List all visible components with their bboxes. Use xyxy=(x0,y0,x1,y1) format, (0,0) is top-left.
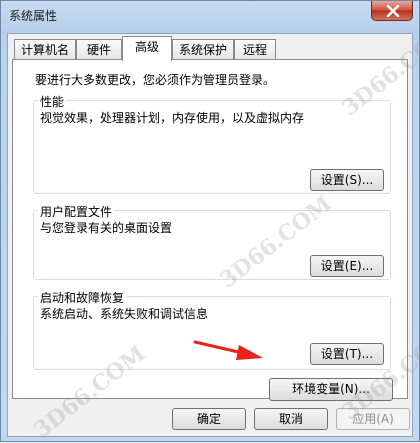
startup-recovery-title: 启动和故障恢复 xyxy=(38,289,127,306)
user-profiles-settings-button[interactable]: 设置(E)... xyxy=(310,255,384,277)
user-profiles-title: 用户配置文件 xyxy=(38,203,115,220)
apply-button[interactable]: 应用(A) xyxy=(336,408,410,430)
startup-recovery-description: 系统启动、系统失败和调试信息 xyxy=(40,307,209,321)
user-profiles-group: 用户配置文件 与您登录有关的桌面设置 设置(E)... xyxy=(33,203,391,280)
dialog-client: 计算机名 硬件 高级 系统保护 远程 要进行大多数更改，您必须作为管理员登录。 … xyxy=(7,33,413,437)
window-title: 系统属性 xyxy=(9,9,58,23)
close-button[interactable] xyxy=(371,1,413,21)
tab-system-protection[interactable]: 系统保护 xyxy=(172,39,234,59)
title-bar: 系统属性 xyxy=(1,1,419,29)
tab-remote[interactable]: 远程 xyxy=(234,39,276,59)
performance-title: 性能 xyxy=(38,93,67,110)
performance-description: 视觉效果，处理器计划，内存使用，以及虚拟内存 xyxy=(40,111,305,125)
admin-notice: 要进行大多数更改，您必须作为管理员登录。 xyxy=(35,73,276,87)
system-properties-window: 系统属性 计算机名 硬件 高级 系统保护 远程 要进行大多数更改，您必须作为管理… xyxy=(0,0,420,443)
startup-recovery-settings-button[interactable]: 设置(T)... xyxy=(310,343,384,365)
ok-button[interactable]: 确定 xyxy=(172,408,246,430)
red-arrow-icon xyxy=(193,340,263,360)
tab-hardware[interactable]: 硬件 xyxy=(76,39,122,59)
performance-settings-button[interactable]: 设置(S)... xyxy=(310,169,384,191)
user-profiles-description: 与您登录有关的桌面设置 xyxy=(40,221,173,235)
tab-computer-name[interactable]: 计算机名 xyxy=(14,39,76,59)
close-icon xyxy=(386,5,400,17)
tab-advanced[interactable]: 高级 xyxy=(122,36,172,61)
cancel-button[interactable]: 取消 xyxy=(254,408,328,430)
environment-variables-button[interactable]: 环境变量(N)... xyxy=(269,378,393,401)
performance-group: 性能 视觉效果，处理器计划，内存使用，以及虚拟内存 设置(S)... xyxy=(33,93,391,194)
